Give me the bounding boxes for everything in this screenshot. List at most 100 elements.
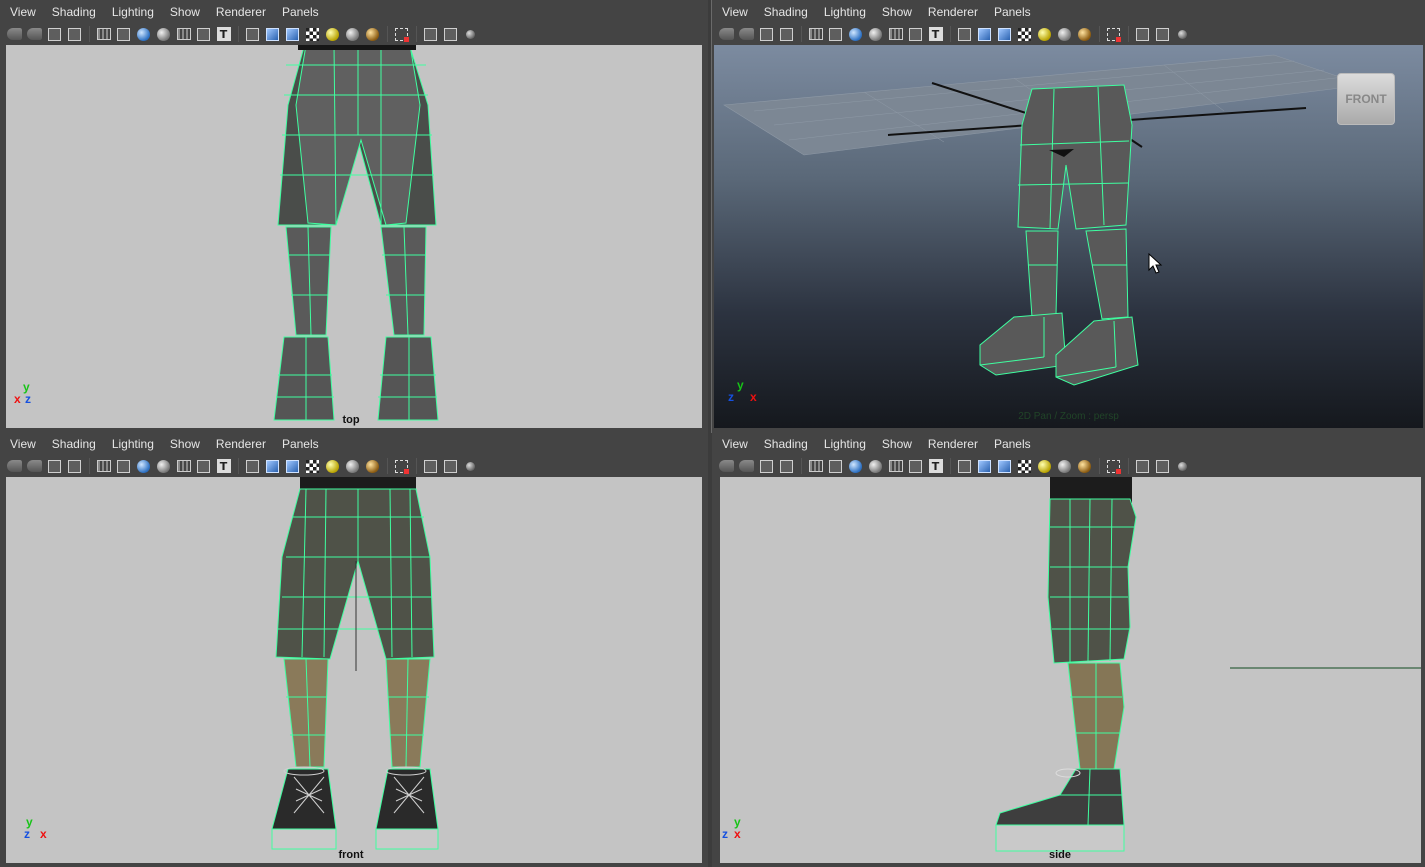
smooth-shade-icon[interactable]	[847, 26, 864, 43]
wireframe-cube-icon[interactable]	[956, 458, 973, 475]
bookmarks-icon[interactable]	[46, 458, 63, 475]
menu-lighting[interactable]: Lighting	[824, 5, 866, 19]
film-gate-icon[interactable]	[827, 26, 844, 43]
checker-icon[interactable]	[1016, 26, 1033, 43]
menu-shading[interactable]: Shading	[764, 437, 808, 451]
panel-top[interactable]: View Shading Lighting Show Renderer Pane…	[0, 0, 708, 432]
wireframe-on-shaded-icon[interactable]	[887, 458, 904, 475]
grid-icon[interactable]	[807, 458, 824, 475]
xray-icon[interactable]	[195, 458, 212, 475]
menu-panels[interactable]: Panels	[994, 437, 1031, 451]
frame-all-icon[interactable]	[442, 458, 459, 475]
checker-icon[interactable]	[1016, 458, 1033, 475]
checker-icon[interactable]	[304, 26, 321, 43]
viewport-top[interactable]: y x z top	[6, 45, 702, 428]
flat-shade-icon[interactable]	[867, 458, 884, 475]
menu-show[interactable]: Show	[170, 5, 200, 19]
viewcube[interactable]: FRONT	[1337, 73, 1395, 125]
image-plane-icon[interactable]	[778, 26, 795, 43]
textured-icon[interactable]: T	[927, 458, 944, 475]
bookmarks-icon[interactable]	[758, 458, 775, 475]
xray-icon[interactable]	[907, 458, 924, 475]
default-light-icon[interactable]	[1036, 26, 1053, 43]
grid-icon[interactable]	[95, 26, 112, 43]
textured-icon[interactable]: T	[215, 26, 232, 43]
camera-attributes-icon[interactable]	[26, 26, 43, 43]
frame-all-icon[interactable]	[1154, 26, 1171, 43]
isolate-select-icon[interactable]	[1134, 458, 1151, 475]
grid-icon[interactable]	[807, 26, 824, 43]
textured-cube-icon[interactable]	[284, 26, 301, 43]
panel-persp[interactable]: View Shading Lighting Show Renderer Pane…	[711, 0, 1425, 433]
textured-cube-icon[interactable]	[284, 458, 301, 475]
wireframe-on-shaded-icon[interactable]	[887, 26, 904, 43]
image-plane-icon[interactable]	[66, 458, 83, 475]
smooth-shade-icon[interactable]	[135, 458, 152, 475]
smooth-shade-icon[interactable]	[847, 458, 864, 475]
image-plane-icon[interactable]	[778, 458, 795, 475]
camera-attributes-icon[interactable]	[738, 26, 755, 43]
smooth-shade-icon[interactable]	[135, 26, 152, 43]
default-light-icon[interactable]	[1036, 458, 1053, 475]
grid-icon[interactable]	[95, 458, 112, 475]
isolate-select-icon[interactable]	[422, 26, 439, 43]
shadows-icon[interactable]	[1056, 458, 1073, 475]
flat-shade-icon[interactable]	[155, 26, 172, 43]
share-icon[interactable]	[462, 458, 479, 475]
menu-lighting[interactable]: Lighting	[824, 437, 866, 451]
shaded-cube-icon[interactable]	[976, 458, 993, 475]
all-lights-icon[interactable]	[364, 26, 381, 43]
shaded-cube-icon[interactable]	[976, 26, 993, 43]
wireframe-on-shaded-icon[interactable]	[175, 458, 192, 475]
frame-all-icon[interactable]	[1154, 458, 1171, 475]
film-gate-icon[interactable]	[115, 458, 132, 475]
shadows-icon[interactable]	[344, 458, 361, 475]
panel-side[interactable]: View Shading Lighting Show Renderer Pane…	[712, 432, 1425, 867]
menu-panels[interactable]: Panels	[994, 5, 1031, 19]
menu-renderer[interactable]: Renderer	[928, 437, 978, 451]
menu-lighting[interactable]: Lighting	[112, 5, 154, 19]
xray-icon[interactable]	[195, 26, 212, 43]
default-light-icon[interactable]	[324, 26, 341, 43]
menu-shading[interactable]: Shading	[52, 5, 96, 19]
menu-renderer[interactable]: Renderer	[216, 5, 266, 19]
shadows-icon[interactable]	[344, 26, 361, 43]
bookmarks-icon[interactable]	[758, 26, 775, 43]
xray-icon[interactable]	[907, 26, 924, 43]
all-lights-icon[interactable]	[364, 458, 381, 475]
share-icon[interactable]	[1174, 458, 1191, 475]
shaded-cube-icon[interactable]	[264, 26, 281, 43]
menu-view[interactable]: View	[10, 437, 36, 451]
flat-shade-icon[interactable]	[867, 26, 884, 43]
film-gate-icon[interactable]	[827, 458, 844, 475]
select-highlight-icon[interactable]	[393, 26, 410, 43]
textured-icon[interactable]: T	[927, 26, 944, 43]
image-plane-icon[interactable]	[66, 26, 83, 43]
textured-cube-icon[interactable]	[996, 26, 1013, 43]
wireframe-cube-icon[interactable]	[244, 458, 261, 475]
camera-attributes-icon[interactable]	[738, 458, 755, 475]
shadows-icon[interactable]	[1056, 26, 1073, 43]
viewport-persp[interactable]: FRONT y z x 2D Pan / Zoom : persp	[714, 45, 1423, 428]
share-icon[interactable]	[462, 26, 479, 43]
select-highlight-icon[interactable]	[1105, 458, 1122, 475]
menu-view[interactable]: View	[10, 5, 36, 19]
select-highlight-icon[interactable]	[393, 458, 410, 475]
menu-view[interactable]: View	[722, 437, 748, 451]
menu-renderer[interactable]: Renderer	[928, 5, 978, 19]
textured-icon[interactable]: T	[215, 458, 232, 475]
checker-icon[interactable]	[304, 458, 321, 475]
select-camera-icon[interactable]	[718, 26, 735, 43]
menu-shading[interactable]: Shading	[764, 5, 808, 19]
select-highlight-icon[interactable]	[1105, 26, 1122, 43]
share-icon[interactable]	[1174, 26, 1191, 43]
menu-panels[interactable]: Panels	[282, 437, 319, 451]
menu-show[interactable]: Show	[882, 5, 912, 19]
isolate-select-icon[interactable]	[422, 458, 439, 475]
all-lights-icon[interactable]	[1076, 458, 1093, 475]
default-light-icon[interactable]	[324, 458, 341, 475]
menu-view[interactable]: View	[722, 5, 748, 19]
viewport-side[interactable]: y z x side	[720, 477, 1421, 863]
menu-shading[interactable]: Shading	[52, 437, 96, 451]
camera-attributes-icon[interactable]	[26, 458, 43, 475]
